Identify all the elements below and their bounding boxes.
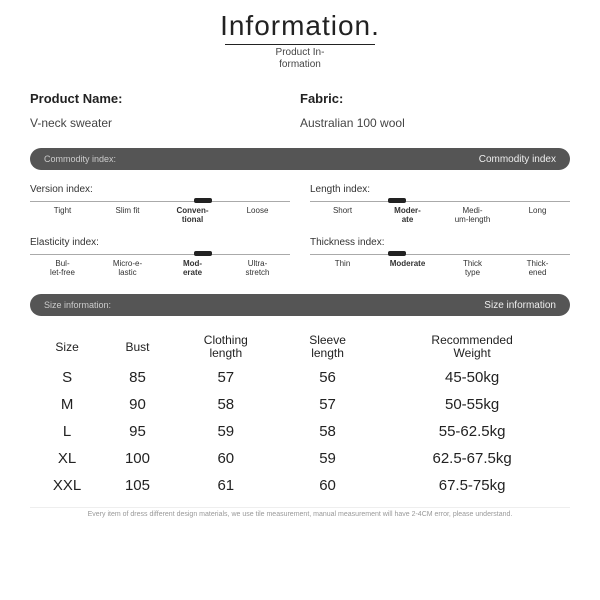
size-cell: 60: [281, 472, 374, 499]
size-table-header-row: SizeBustClothinglengthSleevelengthRecomm…: [30, 330, 570, 364]
size-cell: L: [30, 418, 104, 445]
commodity-index-bar: Commodity index: Commodity index: [30, 148, 570, 170]
size-header-cell: Size: [30, 330, 104, 364]
product-fields: Product Name: V-neck sweater Fabric: Aus…: [30, 91, 570, 130]
scale-option: Bul-let-free: [30, 260, 95, 278]
size-cell: 95: [104, 418, 171, 445]
product-name-value: V-neck sweater: [30, 116, 300, 130]
title-underline: [225, 44, 375, 45]
size-info-bar: Size information: Size information: [30, 294, 570, 316]
subtitle: Product In- formation: [30, 47, 570, 71]
index-title: Length index:: [310, 184, 570, 195]
scale-option: Short: [310, 207, 375, 225]
size-cell: M: [30, 391, 104, 418]
size-bar-left: Size information:: [44, 300, 111, 310]
scale-option: Long: [505, 207, 570, 225]
product-info-page: Information. Product In- formation Produ…: [0, 0, 600, 518]
size-table-body: S85575645-50kgM90585750-55kgL95595855-62…: [30, 364, 570, 499]
scale-option: Tight: [30, 207, 95, 225]
index-scale: ShortModer-ateMedi-um-lengthLong: [310, 199, 570, 223]
size-cell: 58: [281, 418, 374, 445]
size-header-cell: RecommendedWeight: [374, 330, 570, 364]
elasticity-index: Elasticity index: Bul-let-freeMicro-e-las…: [30, 237, 290, 276]
footnote: Every item of dress different design mat…: [30, 507, 570, 518]
commodity-bar-left: Commodity index:: [44, 154, 116, 164]
version-index: Version index: TightSlim fitConven-tional…: [30, 184, 290, 223]
size-header-cell: Sleevelength: [281, 330, 374, 364]
table-row: S85575645-50kg: [30, 364, 570, 391]
size-cell: S: [30, 364, 104, 391]
size-cell: 67.5-75kg: [374, 472, 570, 499]
scale-option: Moderate: [375, 260, 440, 278]
commodity-bar-right: Commodity index: [479, 154, 556, 165]
fabric-label: Fabric:: [300, 91, 570, 106]
scale-option: Moder-ate: [375, 207, 440, 225]
size-cell: 50-55kg: [374, 391, 570, 418]
size-cell: 57: [171, 364, 281, 391]
length-index: Length index: ShortModer-ateMedi-um-lengt…: [310, 184, 570, 223]
scale-option: Loose: [225, 207, 290, 225]
table-row: XL100605962.5-67.5kg: [30, 445, 570, 472]
size-cell: 85: [104, 364, 171, 391]
index-scale: Bul-let-freeMicro-e-lasticMod-erateUltra…: [30, 252, 290, 276]
size-cell: 59: [171, 418, 281, 445]
size-cell: 62.5-67.5kg: [374, 445, 570, 472]
index-title: Thickness index:: [310, 237, 570, 248]
size-cell: 58: [171, 391, 281, 418]
subtitle-line2: formation: [279, 59, 321, 70]
size-cell: 45-50kg: [374, 364, 570, 391]
fabric-value: Australian 100 wool: [300, 116, 570, 130]
scale-marker: [388, 251, 406, 256]
index-title: Version index:: [30, 184, 290, 195]
size-header-cell: Bust: [104, 330, 171, 364]
scale-option: Slim fit: [95, 207, 160, 225]
subtitle-line1: Product In-: [276, 47, 325, 58]
scale-option: Micro-e-lastic: [95, 260, 160, 278]
size-cell: 61: [171, 472, 281, 499]
table-row: L95595855-62.5kg: [30, 418, 570, 445]
size-cell: 56: [281, 364, 374, 391]
size-cell: 90: [104, 391, 171, 418]
product-name-label: Product Name:: [30, 91, 300, 106]
index-row-2: Elasticity index: Bul-let-freeMicro-e-las…: [30, 237, 570, 276]
index-row-1: Version index: TightSlim fitConven-tional…: [30, 184, 570, 223]
scale-option: Ultra-stretch: [225, 260, 290, 278]
size-cell: XXL: [30, 472, 104, 499]
scale-option: Thick-ened: [505, 260, 570, 278]
index-title: Elasticity index:: [30, 237, 290, 248]
size-cell: 60: [171, 445, 281, 472]
table-row: XXL105616067.5-75kg: [30, 472, 570, 499]
scale-marker: [194, 251, 212, 256]
size-cell: 59: [281, 445, 374, 472]
table-row: M90585750-55kg: [30, 391, 570, 418]
page-title: Information.: [30, 10, 570, 42]
size-bar-right: Size information: [484, 300, 556, 311]
size-cell: 105: [104, 472, 171, 499]
size-cell: XL: [30, 445, 104, 472]
scale-marker: [194, 198, 212, 203]
size-table: SizeBustClothinglengthSleevelengthRecomm…: [30, 330, 570, 499]
thickness-index: Thickness index: ThinModerateThicktypeThi…: [310, 237, 570, 276]
scale-option: Medi-um-length: [440, 207, 505, 225]
scale-option: Mod-erate: [160, 260, 225, 278]
index-scale: TightSlim fitConven-tionalLoose: [30, 199, 290, 223]
scale-marker: [388, 198, 406, 203]
scale-option: Conven-tional: [160, 207, 225, 225]
size-header-cell: Clothinglength: [171, 330, 281, 364]
scale-option: Thin: [310, 260, 375, 278]
size-cell: 100: [104, 445, 171, 472]
index-scale: ThinModerateThicktypeThick-ened: [310, 252, 570, 276]
size-cell: 57: [281, 391, 374, 418]
size-cell: 55-62.5kg: [374, 418, 570, 445]
scale-option: Thicktype: [440, 260, 505, 278]
